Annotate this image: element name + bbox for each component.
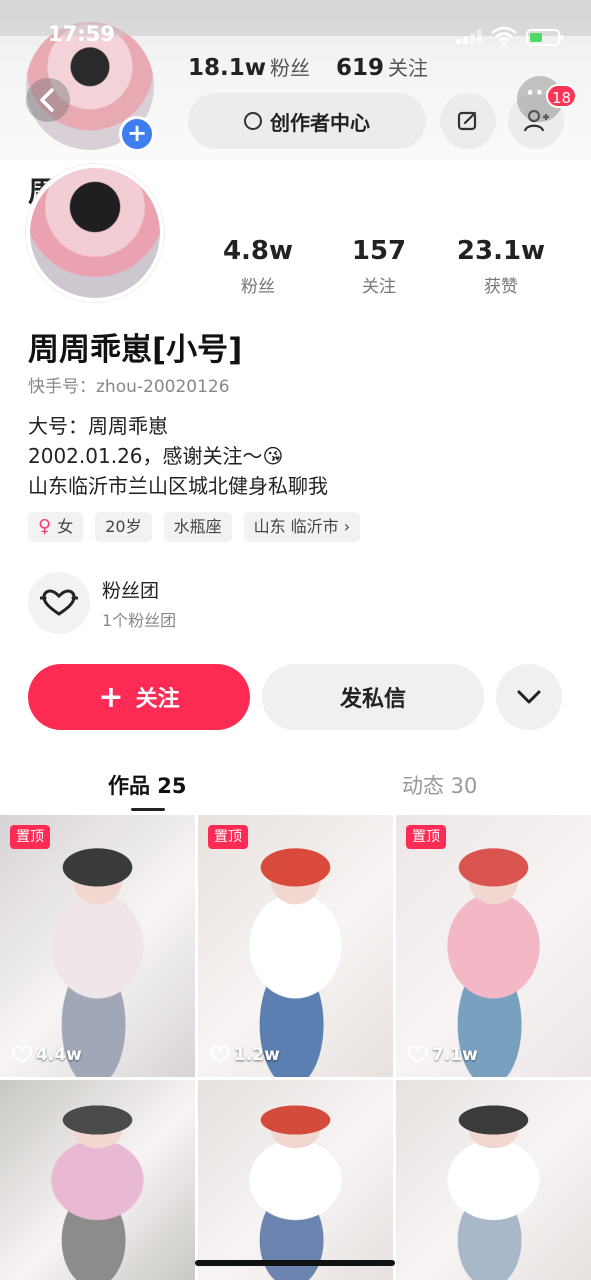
video-thumbnail[interactable]: 置顶 7.1w (396, 815, 591, 1077)
profile-tags: ♀ 女 20岁 水瓶座 山东 临沂市 › (28, 512, 361, 542)
creator-center-label: 创作者中心 (270, 110, 370, 135)
like-count-value: 7.1w (432, 1045, 478, 1065)
like-count: 7.1w (408, 1045, 478, 1065)
video-thumbnail[interactable] (198, 1080, 393, 1280)
signal-icon (456, 28, 484, 44)
wifi-icon (491, 26, 517, 46)
kuaishou-id[interactable]: 快手号：zhou-20020126 (28, 372, 230, 397)
own-followers-value: 18.1w (188, 55, 266, 81)
more-actions-button[interactable] (496, 664, 562, 730)
tab-works[interactable]: 作品 25 (108, 770, 187, 800)
notification-badge: 18 (546, 84, 578, 108)
bio-line: 大号：周周乖崽 (28, 414, 168, 438)
stat-label: 关注 (362, 277, 396, 297)
plus-icon: + (98, 679, 124, 715)
pinned-badge: 置顶 (406, 825, 446, 849)
message-label: 发私信 (339, 687, 406, 712)
own-stats: 18.1w 粉丝 619 关注 (188, 52, 454, 81)
video-thumbnail[interactable] (396, 1080, 591, 1280)
stat-followers[interactable]: 4.8w 粉丝 (203, 236, 313, 297)
stat-likes[interactable]: 23.1w 获赞 (446, 236, 556, 297)
like-count-value: 1.2w (234, 1045, 280, 1065)
status-time: 17:59 (48, 22, 115, 46)
stat-label: 获赞 (484, 277, 518, 297)
fan-group-subtitle: 1个粉丝团 (102, 611, 177, 630)
profile-bio: 大号：周周乖崽 2002.01.26，感谢关注～😘 山东临沂市兰山区城北健身私聊… (28, 411, 328, 501)
profile-avatar[interactable] (26, 164, 164, 302)
bio-line: 2002.01.26，感谢关注～😘 (28, 444, 284, 468)
video-thumbnail[interactable]: 置顶 1.2w (198, 815, 393, 1077)
tag-zodiac: 水瓶座 (163, 512, 232, 542)
back-button[interactable] (26, 78, 70, 122)
add-avatar-button[interactable]: + (119, 116, 155, 152)
chevron-left-icon (40, 88, 54, 112)
stat-label: 粉丝 (241, 277, 275, 297)
own-following-value: 619 (336, 55, 385, 81)
stat-value: 157 (351, 236, 407, 266)
own-followers-label: 粉丝 (270, 56, 310, 80)
profile-name: 周周乖崽[小号] (28, 332, 243, 368)
bio-line: 山东临沂市兰山区城北健身私聊我 (28, 474, 328, 498)
tag-age: 20岁 (95, 512, 152, 542)
follow-label: 关注 (135, 687, 180, 712)
heart-icon (12, 1046, 32, 1064)
stat-value: 4.8w (222, 236, 294, 266)
creator-center-button[interactable]: 创作者中心 (188, 93, 426, 149)
pinned-badge: 置顶 (208, 825, 248, 849)
video-grid: 置顶 4.4w 置顶 1.2w 置顶 7.1w (0, 815, 591, 1280)
lightbulb-icon (244, 112, 262, 130)
follow-button[interactable]: + 关注 (28, 664, 250, 730)
like-count-value: 4.4w (36, 1045, 82, 1065)
edit-icon (457, 111, 477, 131)
edit-profile-button[interactable] (440, 93, 496, 149)
stat-following[interactable]: 157 关注 (324, 236, 434, 297)
tag-location[interactable]: 山东 临沂市 › (243, 512, 361, 542)
like-count: 1.2w (210, 1045, 280, 1065)
fan-group-title[interactable]: 粉丝团 (102, 576, 159, 603)
tag-gender: ♀ 女 (28, 512, 84, 542)
video-thumbnail[interactable]: 置顶 4.4w (0, 815, 195, 1077)
female-icon: ♀ (38, 516, 52, 537)
battery-icon (526, 29, 563, 46)
fan-group-button[interactable] (28, 572, 90, 634)
heart-mask-icon (40, 589, 78, 616)
tab-moments[interactable]: 动态 30 (402, 770, 477, 800)
video-thumbnail[interactable] (0, 1080, 195, 1280)
heart-icon (408, 1046, 428, 1064)
own-following-label: 关注 (388, 56, 429, 80)
heart-icon (210, 1046, 230, 1064)
pinned-badge: 置顶 (10, 825, 50, 849)
stat-value: 23.1w (456, 236, 546, 266)
home-indicator (195, 1260, 395, 1266)
tab-indicator (131, 808, 165, 811)
like-count: 4.4w (12, 1045, 82, 1065)
message-button[interactable]: 发私信 (262, 664, 484, 730)
chevron-down-icon (517, 690, 541, 704)
